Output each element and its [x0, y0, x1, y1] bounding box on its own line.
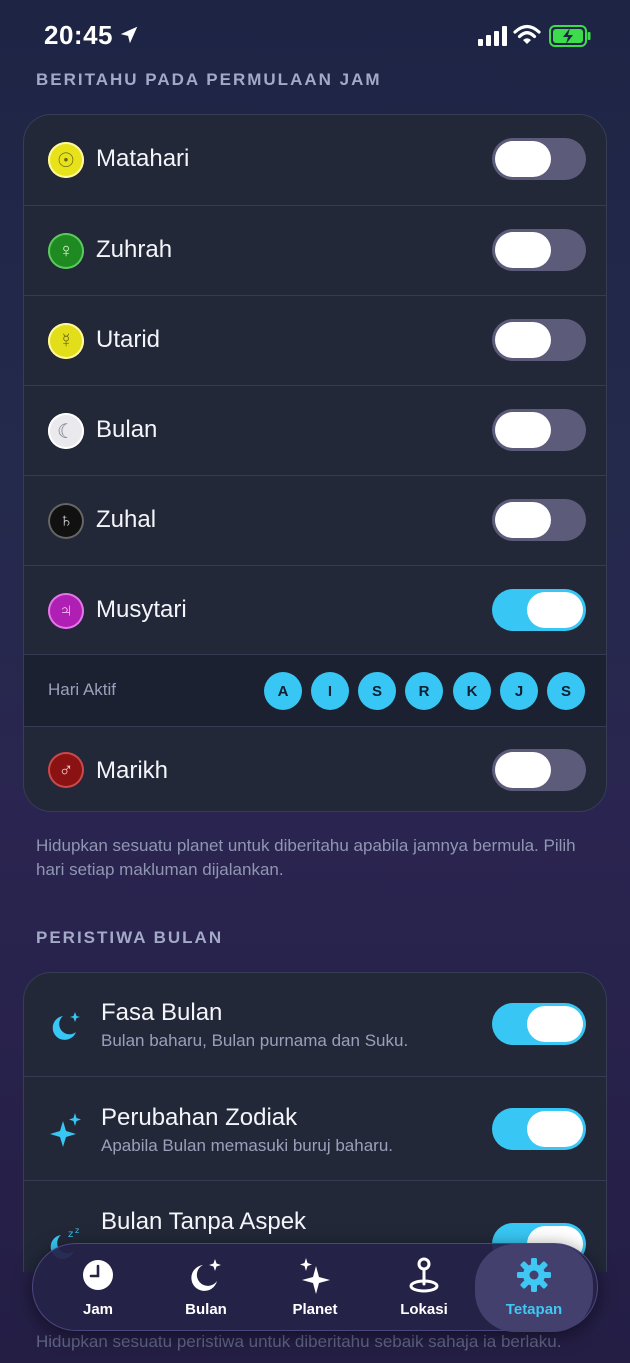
day-chip[interactable]: J [500, 672, 538, 710]
saturn-icon: ♄ [48, 503, 84, 539]
wifi-icon [513, 24, 541, 44]
tab-bulan[interactable]: Bulan [151, 1244, 261, 1332]
planet-row-zuhal: ♄ Zuhal [24, 475, 606, 565]
toggle-fasa-bulan[interactable] [492, 1003, 586, 1045]
tab-label: Lokasi [400, 1301, 448, 1318]
planet-row-bulan: ☾ Bulan [24, 385, 606, 475]
event-title: Fasa Bulan [101, 999, 223, 1026]
planet-label: Utarid [96, 326, 161, 353]
location-pin-icon [409, 1257, 439, 1293]
section-title-hour-notify: BERITAHU PADA PERMULAAN JAM [36, 70, 382, 89]
planet-row-matahari: ☉ Matahari [24, 115, 606, 205]
moon-events-card: Fasa Bulan Bulan baharu, Bulan purnama d… [23, 972, 607, 1272]
active-days-row: Hari Aktif A I S R K J S [24, 654, 606, 726]
toggle-zuhrah[interactable] [492, 229, 586, 271]
moon-stars-icon [52, 1012, 80, 1040]
tab-label: Jam [82, 1301, 114, 1318]
section-title-moon-events: PERISTIWA BULAN [36, 928, 224, 947]
jupiter-icon: ♃ [48, 593, 84, 629]
gear-icon [517, 1258, 551, 1292]
day-chip[interactable]: A [264, 672, 302, 710]
toggle-musytari[interactable] [492, 589, 586, 631]
planet-row-zuhrah: ♀ Zuhrah [24, 205, 606, 295]
toggle-bulan[interactable] [492, 409, 586, 451]
planet-row-musytari: ♃ Musytari [24, 565, 606, 654]
toggle-marikh[interactable] [492, 749, 586, 791]
event-row-fasa-bulan: Fasa Bulan Bulan baharu, Bulan purnama d… [24, 973, 606, 1076]
planet-label: Bulan [96, 416, 158, 443]
event-subtitle: Bulan baharu, Bulan purnama dan Suku. [101, 1031, 409, 1050]
toggle-perubahan-zodiak[interactable] [492, 1108, 586, 1150]
tab-label: Planet [292, 1301, 338, 1318]
toggle-matahari[interactable] [492, 138, 586, 180]
planet-label: Musytari [96, 596, 187, 623]
mercury-icon: ☿ [48, 323, 84, 359]
svg-text:z: z [68, 1229, 73, 1240]
toggle-zuhal[interactable] [492, 499, 586, 541]
day-chip[interactable]: I [311, 672, 349, 710]
active-days-label: Hari Aktif [48, 680, 117, 699]
tab-jam[interactable]: Jam [43, 1244, 153, 1332]
tab-tetapan[interactable]: Tetapan [475, 1244, 593, 1332]
venus-icon: ♀ [48, 233, 84, 269]
status-time: 20:45 [44, 20, 113, 50]
planet-label: Zuhrah [96, 236, 173, 263]
tab-planet[interactable]: Planet [260, 1244, 370, 1332]
status-bar: 20:45 [0, 0, 630, 70]
moon-icon: ☾ [48, 413, 84, 449]
cellular-signal-icon [478, 26, 507, 46]
clock-icon [83, 1260, 113, 1290]
sparkles-icon [300, 1258, 330, 1294]
event-subtitle: Apabila Bulan memasuki buruj baharu. [101, 1136, 394, 1155]
tab-lokasi[interactable]: Lokasi [369, 1244, 479, 1332]
planet-row-utarid: ☿ Utarid [24, 295, 606, 385]
day-chip[interactable]: R [405, 672, 443, 710]
events-footnote: Hidupkan sesuatu peristiwa untuk diberit… [36, 1332, 562, 1351]
day-chip[interactable]: S [358, 672, 396, 710]
planet-row-marikh: ♂ Marikh [24, 726, 606, 811]
tab-bar: Jam Bulan Planet Lokasi Tetapan [32, 1243, 598, 1332]
event-title: Bulan Tanpa Aspek [101, 1208, 307, 1235]
planet-footnote: Hidupkan sesuatu planet untuk diberitahu… [36, 836, 576, 879]
event-row-perubahan-zodiak: Perubahan Zodiak Apabila Bulan memasuki … [24, 1076, 606, 1180]
mars-icon: ♂ [48, 752, 84, 788]
planet-label: Zuhal [96, 506, 157, 533]
moon-stars-icon [191, 1259, 221, 1291]
toggle-utarid[interactable] [492, 319, 586, 361]
sparkles-icon [50, 1113, 81, 1147]
tab-label: Tetapan [505, 1301, 563, 1318]
battery-charging-icon [549, 25, 591, 47]
planet-label: Matahari [96, 145, 190, 172]
day-chip[interactable]: S [547, 672, 585, 710]
planet-label: Marikh [96, 757, 169, 784]
day-chip[interactable]: K [453, 672, 491, 710]
sun-icon: ☉ [48, 142, 84, 178]
event-title: Perubahan Zodiak [101, 1104, 298, 1131]
location-arrow-icon [120, 26, 138, 44]
svg-text:z: z [75, 1226, 79, 1235]
planet-notify-card: ☉ Matahari ♀ Zuhrah ☿ Utarid ☾ Bulan ♄ Z… [23, 114, 607, 812]
tab-label: Bulan [185, 1301, 227, 1318]
